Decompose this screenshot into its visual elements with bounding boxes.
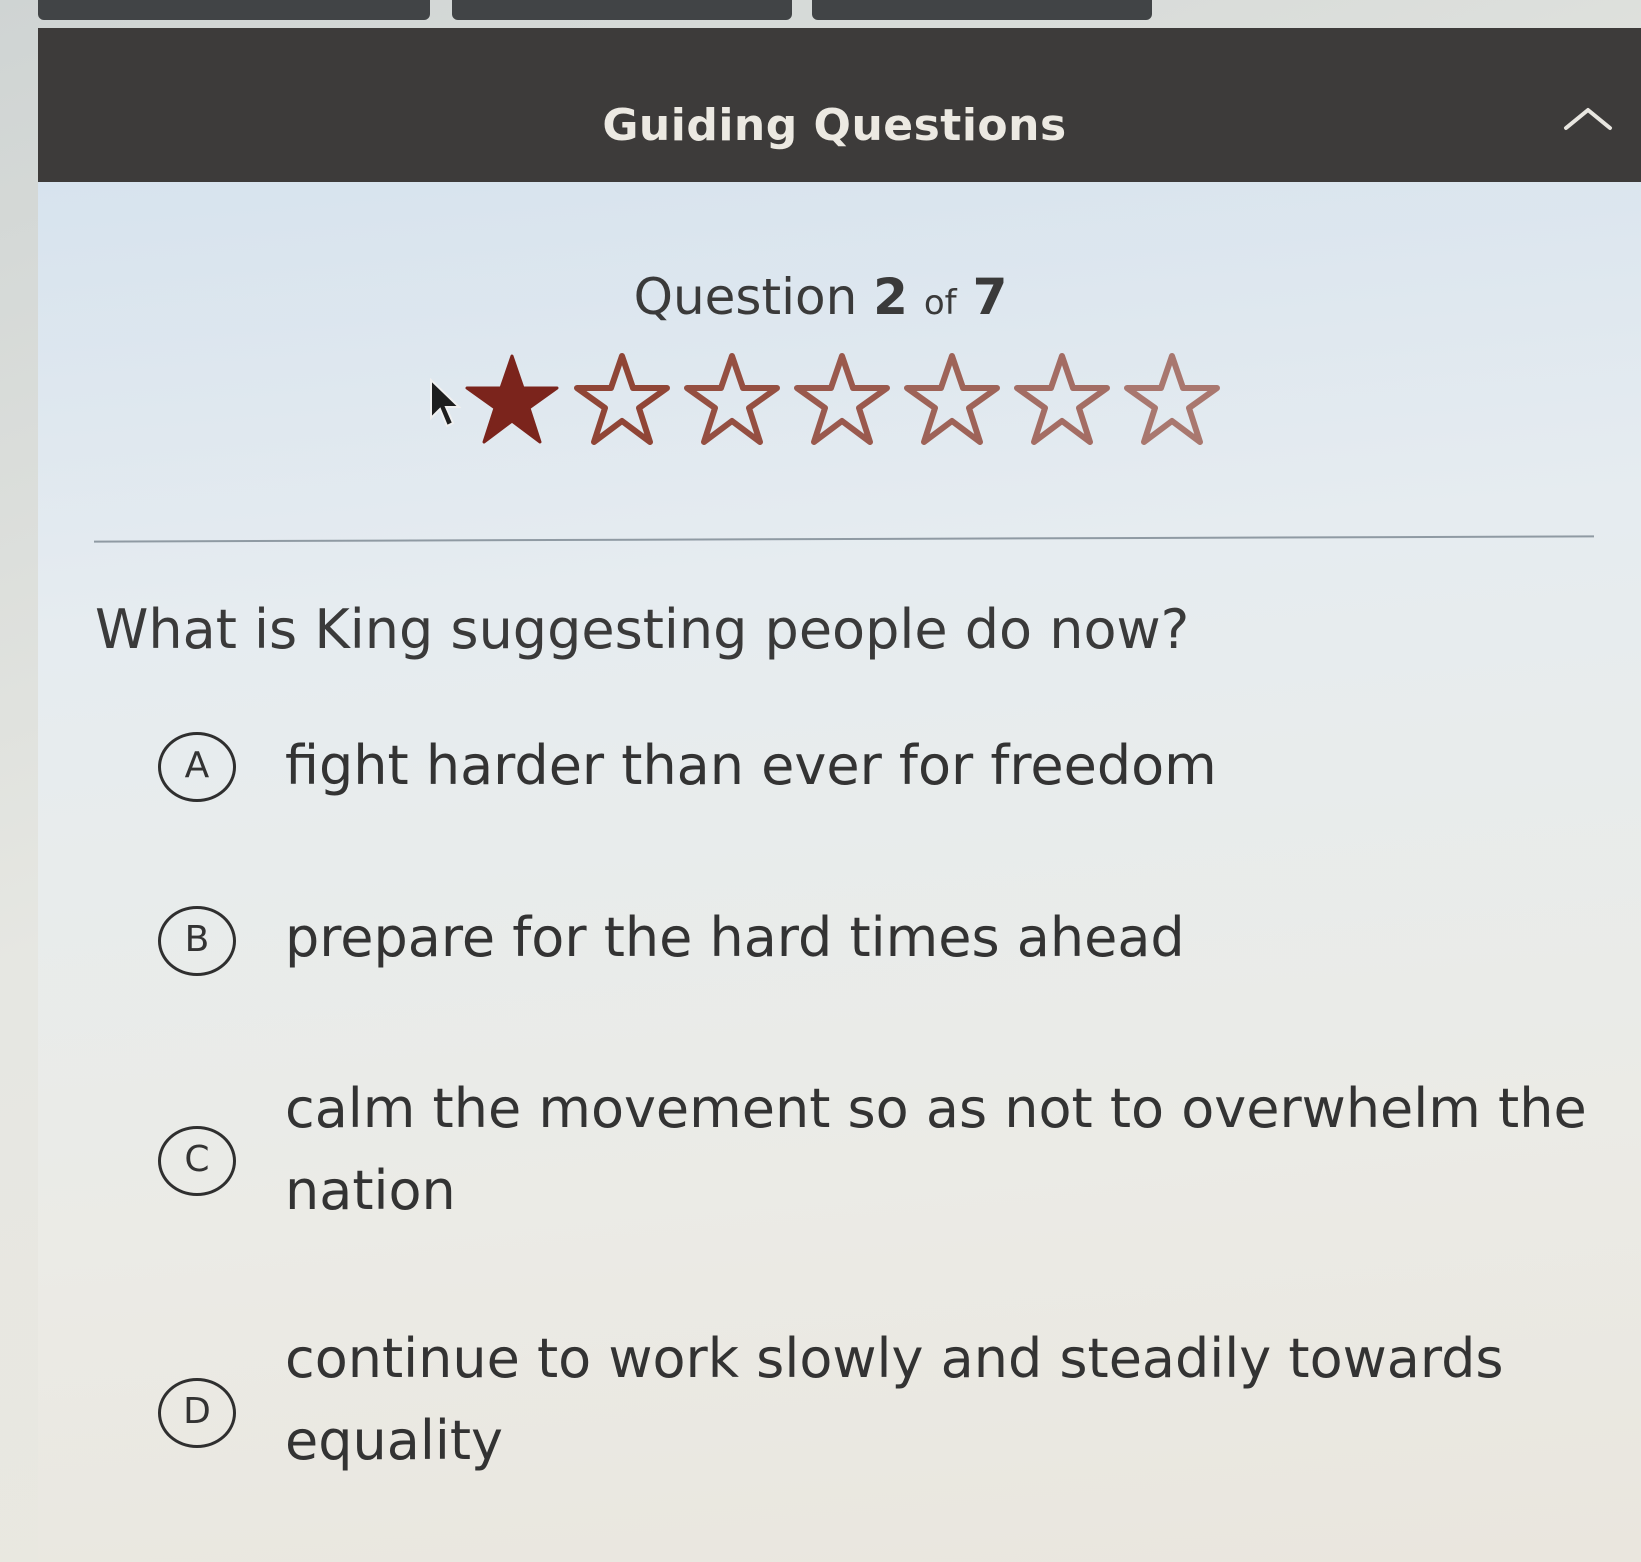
- progress-prefix: Question: [633, 268, 858, 326]
- progress-of: of: [923, 283, 957, 323]
- star-outline-icon: [900, 350, 1004, 454]
- top-tab-3[interactable]: [812, 0, 1152, 20]
- star-outline-icon: [1010, 350, 1114, 454]
- choice-d-text[interactable]: continue to work slowly and steadily tow…: [285, 1318, 1605, 1482]
- panel-title: Guiding Questions: [602, 100, 1067, 151]
- top-tab-1[interactable]: [38, 0, 430, 20]
- mouse-cursor-icon: [428, 377, 462, 430]
- progress-total: 7: [972, 268, 1008, 326]
- star-outline-icon: [1120, 350, 1224, 454]
- top-tab-2[interactable]: [452, 0, 792, 20]
- chevron-up-icon: [1558, 108, 1618, 142]
- choice-b-badge[interactable]: B: [158, 906, 236, 976]
- choice-b-text[interactable]: prepare for the hard times ahead: [285, 897, 1185, 979]
- progress-stars: [460, 350, 1230, 460]
- choice-c-text[interactable]: calm the movement so as not to overwhelm…: [285, 1068, 1605, 1232]
- choice-d-badge[interactable]: D: [158, 1378, 236, 1448]
- panel-header[interactable]: Guiding Questions: [38, 28, 1641, 182]
- choice-a-badge[interactable]: A: [158, 732, 236, 802]
- star-filled-icon: [460, 350, 564, 454]
- collapse-button[interactable]: [1558, 98, 1618, 138]
- choice-c[interactable]: C calm the movement so as not to overwhe…: [150, 1068, 1600, 1238]
- question-text: What is King suggesting people do now?: [95, 598, 1190, 661]
- star-outline-icon: [570, 350, 674, 454]
- choice-a-text[interactable]: fight harder than ever for freedom: [285, 725, 1217, 807]
- choice-b[interactable]: B prepare for the hard times ahead: [150, 900, 1600, 990]
- choice-c-badge[interactable]: C: [158, 1126, 236, 1196]
- question-progress: Question 2 of 7: [0, 268, 1641, 326]
- star-outline-icon: [680, 350, 784, 454]
- choice-d[interactable]: D continue to work slowly and steadily t…: [150, 1318, 1600, 1488]
- star-outline-icon: [790, 350, 894, 454]
- progress-current: 2: [873, 268, 908, 326]
- top-tab-strip: [0, 0, 1641, 26]
- choice-a[interactable]: A fight harder than ever for freedom: [150, 728, 1600, 818]
